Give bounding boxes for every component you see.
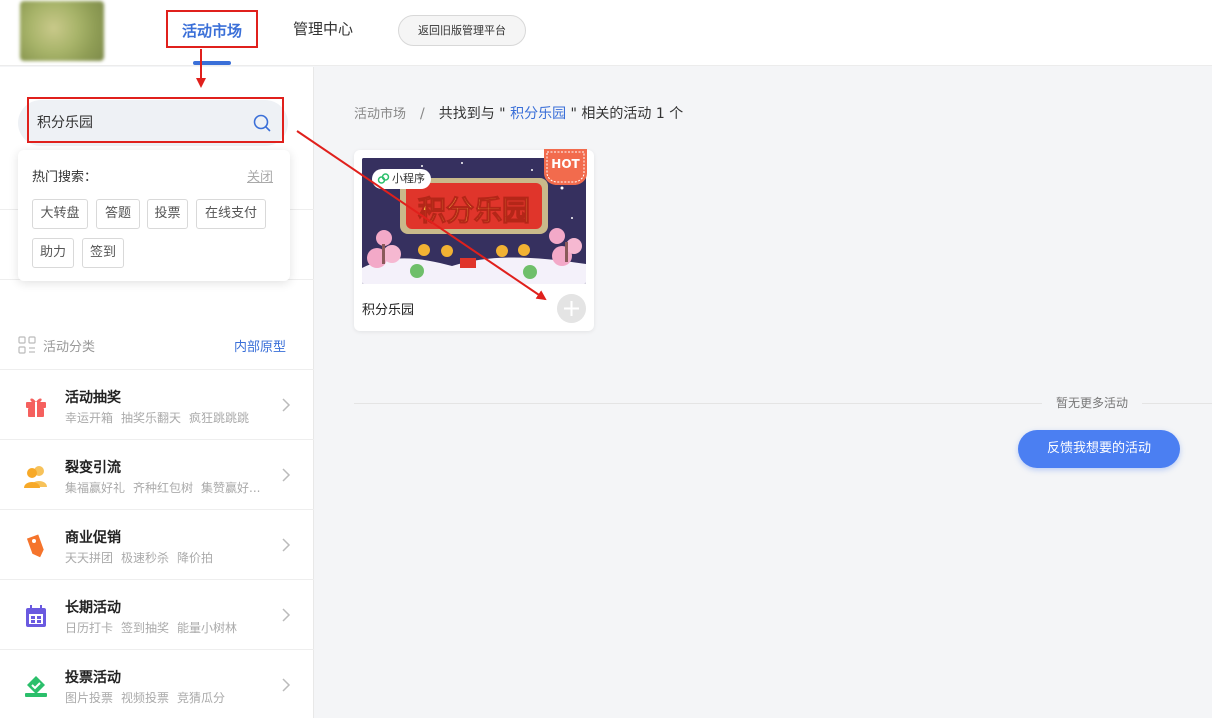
breadcrumb-root[interactable]: 活动市场	[354, 107, 406, 122]
hot-tag[interactable]: 助力	[32, 238, 74, 268]
activity-card-title: 积分乐园	[362, 303, 415, 318]
category-name: 裂变引流	[65, 460, 121, 476]
category-grid-icon	[18, 336, 36, 354]
active-tab-indicator	[193, 61, 231, 65]
category-name: 投票活动	[65, 670, 121, 686]
category-subitems: 日历打卡 签到抽奖 能量小树林	[65, 619, 245, 636]
category-sub: 抽奖乐翻天	[121, 411, 182, 425]
category-sub: 幸运开箱	[65, 411, 114, 425]
chevron-right-icon	[282, 678, 291, 692]
category-subitems: 集福赢好礼 齐种红包树 集赞赢好...	[65, 479, 268, 496]
category-sub: 极速秒杀	[121, 551, 170, 565]
category-sub: 图片投票	[65, 691, 114, 705]
tab-activity-market[interactable]: 活动市场	[166, 10, 258, 48]
hot-tag[interactable]: 答题	[96, 199, 140, 229]
hot-search-close-link[interactable]: 关闭	[247, 166, 273, 185]
result-suffix: " 相关的活动 1 个	[566, 106, 684, 122]
mini-program-icon	[377, 173, 390, 184]
hot-badge: HOT	[544, 149, 587, 185]
category-name: 活动抽奖	[65, 390, 121, 406]
users-icon	[24, 466, 47, 488]
hot-badge-text: HOT	[551, 157, 580, 171]
chevron-right-icon	[282, 538, 291, 552]
app-logo	[20, 1, 104, 61]
chevron-right-icon	[282, 608, 291, 622]
category-subitems: 天天拼团 极速秒杀 降价拍	[65, 549, 221, 566]
hot-tag[interactable]: 投票	[147, 199, 188, 229]
category-sub: 集赞赢好...	[201, 481, 261, 495]
category-item-promotion[interactable]: 商业促销 天天拼团 极速秒杀 降价拍	[0, 509, 314, 579]
hot-search-title: 热门搜索：	[32, 170, 98, 185]
calendar-icon	[26, 605, 46, 627]
result-prefix: 共找到与 "	[438, 106, 511, 122]
return-old-platform-button[interactable]: 返回旧版管理平台	[398, 15, 526, 46]
category-subitems: 幸运开箱 抽奖乐翻天 疯狂跳跳跳	[65, 409, 257, 426]
search-result-breadcrumb: 活动市场 / 共找到与 " 积分乐园 " 相关的活动 1 个	[354, 103, 683, 123]
category-sub: 疯狂跳跳跳	[189, 411, 250, 425]
feedback-button[interactable]: 反馈我想要的活动	[1018, 430, 1180, 468]
category-sub: 集福赢好礼	[65, 481, 126, 495]
hot-tag[interactable]: 大转盘	[32, 199, 88, 229]
category-name: 商业促销	[65, 530, 121, 546]
gift-icon	[26, 398, 46, 417]
tab-management-center[interactable]: 管理中心	[293, 10, 353, 48]
add-activity-button[interactable]	[557, 294, 586, 323]
category-item-vote[interactable]: 投票活动 图片投票 视频投票 竞猜瓜分	[0, 649, 314, 718]
hot-tag[interactable]: 签到	[82, 238, 124, 268]
category-sub: 竞猜瓜分	[177, 691, 226, 705]
category-item-fission[interactable]: 裂变引流 集福赢好礼 齐种红包树 集赞赢好...	[0, 439, 314, 509]
chevron-right-icon	[282, 468, 291, 482]
hot-tag[interactable]: 在线支付	[196, 199, 266, 229]
category-sub: 签到抽奖	[121, 621, 170, 635]
internal-prototype-link[interactable]: 内部原型	[234, 336, 286, 355]
category-sub: 降价拍	[177, 551, 214, 565]
category-item-lottery[interactable]: 活动抽奖 幸运开箱 抽奖乐翻天 疯狂跳跳跳	[0, 369, 314, 439]
search-highlight-annotation	[27, 97, 284, 143]
card-banner-text: 积分乐园	[418, 194, 530, 227]
category-sub: 天天拼团	[65, 551, 114, 565]
category-sub: 日历打卡	[65, 621, 114, 635]
chevron-right-icon	[282, 398, 291, 412]
category-title: 活动分类	[43, 340, 96, 355]
vote-icon	[25, 676, 47, 697]
result-keyword: 积分乐园	[510, 106, 567, 122]
category-sub: 视频投票	[121, 691, 170, 705]
category-sub: 齐种红包树	[133, 481, 194, 495]
category-sub: 能量小树林	[177, 621, 238, 635]
tag-icon	[26, 534, 44, 558]
no-more-activities-text: 暂无更多活动	[1042, 394, 1143, 411]
category-name: 长期活动	[65, 600, 121, 616]
top-header: 活动市场 管理中心 返回旧版管理平台	[0, 0, 1212, 66]
category-subitems: 图片投票 视频投票 竞猜瓜分	[65, 689, 233, 706]
breadcrumb-separator: /	[420, 106, 425, 122]
category-item-longterm[interactable]: 长期活动 日历打卡 签到抽奖 能量小树林	[0, 579, 314, 649]
